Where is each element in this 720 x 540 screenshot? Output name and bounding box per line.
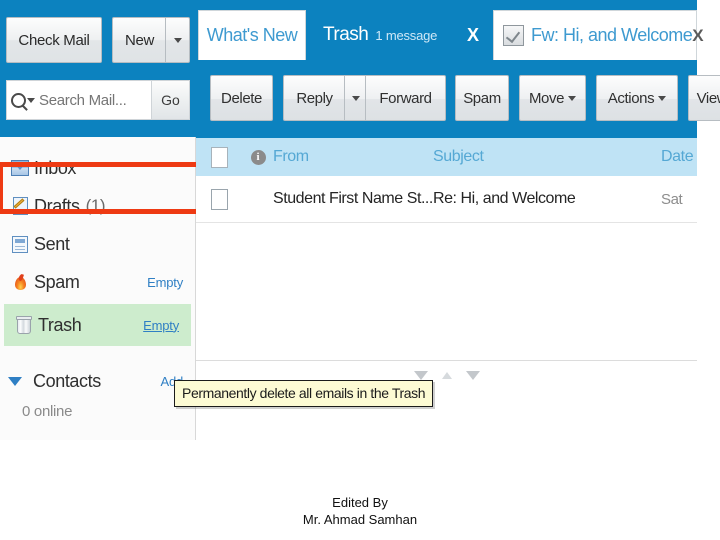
tab-label: Trash: [323, 24, 369, 45]
tab-trash[interactable]: Trash 1 message X: [307, 10, 491, 60]
go-label: Go: [161, 92, 180, 108]
forward-label: Forward: [379, 89, 432, 107]
chevron-down-icon: [568, 95, 577, 101]
column-header-subject[interactable]: Subject: [433, 148, 661, 166]
search-scope-selector[interactable]: [7, 81, 39, 119]
row-subject: Re: Hi, and Welcome: [433, 190, 576, 207]
trash-icon: [4, 316, 38, 334]
sidebar-item-drafts[interactable]: Drafts (1): [0, 187, 195, 225]
search-icon: [11, 92, 26, 108]
spam-label: Spam: [463, 89, 501, 107]
forward-button[interactable]: Forward: [365, 75, 446, 121]
row-from: Student First Name St...: [273, 190, 433, 207]
caption-line-1: Edited By: [332, 495, 388, 510]
folder-label: Trash: [38, 314, 82, 335]
contacts-label: Contacts: [33, 370, 101, 391]
empty-trash-tooltip: Permanently delete all emails in the Tra…: [174, 380, 434, 407]
tab-message-count: 1 message: [375, 27, 438, 43]
folder-label: Sent: [34, 233, 70, 254]
spam-button[interactable]: Spam: [455, 75, 509, 121]
contacts-section-header[interactable]: Contacts Add: [0, 365, 195, 397]
view-filter-button[interactable]: View: All: [688, 75, 720, 121]
search-input[interactable]: [39, 91, 151, 109]
check-mail-button[interactable]: Check Mail: [6, 17, 102, 63]
reply-button[interactable]: Reply: [283, 75, 345, 121]
app-screenshot: Check Mail New Go Inbox Drafts: [0, 0, 720, 540]
folder-label: Drafts: [34, 195, 80, 216]
actions-label: Actions: [607, 89, 655, 107]
column-header-date[interactable]: Date: [661, 148, 697, 166]
message-list: i From Subject Date Student First Name S…: [196, 138, 697, 388]
chevron-down-icon: [351, 95, 360, 101]
close-icon[interactable]: X: [692, 26, 703, 46]
tab-whats-new[interactable]: What's New: [198, 10, 306, 60]
tab-fw-hi-and-welcome[interactable]: Fw: Hi, and Welcome X: [493, 10, 704, 60]
select-all-checkbox[interactable]: [196, 146, 243, 168]
sidebar-item-inbox[interactable]: Inbox: [0, 149, 195, 187]
chevron-down-icon: [27, 97, 35, 103]
table-row[interactable]: Student First Name St... Re: Hi, and Wel…: [196, 176, 697, 223]
new-dropdown-button[interactable]: [165, 17, 190, 63]
delete-label: Delete: [221, 89, 262, 107]
row-checkbox[interactable]: [196, 188, 243, 210]
attachment-info-icon[interactable]: i: [243, 149, 273, 165]
tab-strip: What's New Trash 1 message X Fw: Hi, and…: [196, 0, 704, 60]
message-toolbar: Delete Reply Forward Spam Move Actions V…: [196, 60, 720, 138]
search-mail-box[interactable]: Go: [6, 80, 190, 120]
sent-icon: [0, 235, 34, 253]
folder-list-panel: Inbox Drafts (1) Sent Spam Empty Trash E…: [0, 137, 196, 440]
caption-line-2: Mr. Ahmad Samhan: [302, 512, 418, 527]
page-up-icon[interactable]: [441, 371, 452, 379]
triangle-down-icon: [8, 376, 22, 386]
chevron-down-icon: [658, 95, 667, 101]
sidebar-item-spam[interactable]: Spam Empty: [0, 263, 195, 301]
slide-caption: Edited By Mr. Ahmad Samhan: [0, 494, 720, 528]
chevron-down-icon: [173, 37, 182, 43]
sidebar-item-sent[interactable]: Sent: [0, 225, 195, 263]
actions-button[interactable]: Actions: [596, 75, 678, 121]
column-header-from[interactable]: From: [273, 148, 433, 166]
empty-spam-link[interactable]: Empty: [147, 275, 183, 290]
checkbox-icon: [503, 25, 524, 46]
tab-label: What's New: [206, 25, 298, 45]
close-icon[interactable]: X: [467, 25, 479, 46]
sidebar-header: Check Mail New Go: [0, 0, 196, 137]
sidebar-item-trash[interactable]: Trash Empty: [4, 304, 191, 346]
reply-dropdown-button[interactable]: [344, 75, 366, 121]
drafts-count: (1): [85, 196, 106, 215]
drafts-icon: [0, 197, 34, 215]
page-next-icon[interactable]: [465, 370, 480, 380]
search-go-button[interactable]: Go: [151, 81, 189, 119]
check-mail-label: Check Mail: [18, 31, 90, 49]
empty-trash-link[interactable]: Empty: [143, 318, 179, 333]
folder-label: Inbox: [34, 157, 77, 178]
content-pane: What's New Trash 1 message X Fw: Hi, and…: [196, 0, 720, 388]
message-list-header: i From Subject Date: [196, 138, 697, 176]
reply-label: Reply: [296, 89, 333, 107]
inbox-icon: [0, 160, 34, 176]
new-button[interactable]: New: [112, 17, 166, 63]
info-icon: i: [250, 149, 266, 165]
move-label: Move: [528, 89, 565, 107]
folder-label: Spam: [34, 271, 80, 292]
page-down-icon[interactable]: [413, 370, 428, 380]
delete-button[interactable]: Delete: [210, 75, 273, 121]
contacts-online-count: 0 online: [22, 403, 73, 420]
spam-icon: [0, 274, 34, 291]
view-label: View: All: [696, 89, 720, 107]
move-button[interactable]: Move: [519, 75, 586, 121]
new-label: New: [124, 31, 155, 49]
tab-label: Fw: Hi, and Welcome: [531, 25, 693, 45]
row-date: Sat: [661, 190, 683, 208]
